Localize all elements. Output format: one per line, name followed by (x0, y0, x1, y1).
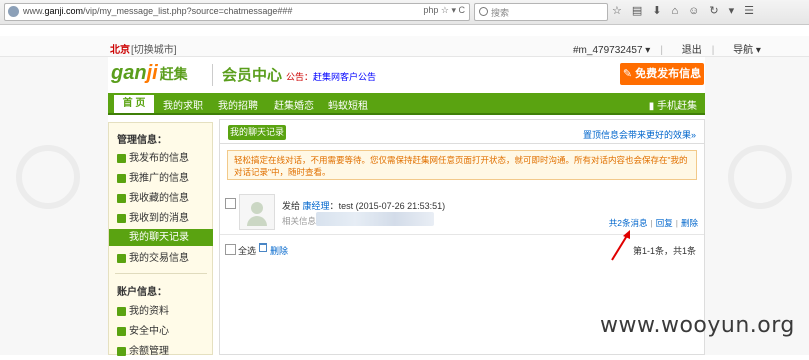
megaphone-icon (117, 173, 126, 183)
browser-toolbar: www.ganji.com/vip/my_message_list.php?so… (0, 0, 809, 25)
message-content: test (338, 201, 354, 211)
sidebar-divider (115, 273, 207, 274)
plus-icon (117, 326, 126, 336)
switch-city-link[interactable]: [切换城市] (131, 41, 177, 56)
nav-item-jobs[interactable]: 我的求职 (163, 97, 203, 112)
edit-icon (117, 153, 126, 163)
sidebar-item-chat-history[interactable]: 我的聊天记录 (109, 229, 213, 246)
edit-icon: ✎ (622, 68, 633, 80)
site-identity-icon[interactable] (8, 6, 19, 17)
trash-icon[interactable] (259, 243, 267, 252)
ganji-logo[interactable]: ganji 赶集 (111, 62, 188, 85)
site-top-strip: 北京 [切换城市] #m_479732457 ▾ | 退出 | 导航 ▾ (0, 36, 809, 57)
recipient-link[interactable]: 康经理 (303, 201, 330, 211)
addon-icon[interactable]: ▾ (729, 5, 745, 17)
header-divider (212, 64, 213, 86)
current-city: 北京 (110, 45, 130, 56)
bookmark-star-icon[interactable]: ☆ (612, 5, 632, 17)
search-icon (479, 7, 488, 16)
tab-underline (220, 143, 704, 144)
publish-free-label: 免费发布信息 (635, 68, 702, 80)
sidebar-item-balance[interactable]: 余额管理 (109, 343, 213, 360)
select-all-checkbox[interactable] (225, 244, 236, 255)
sidebar-item-security[interactable]: 安全中心 (109, 323, 213, 340)
download-icon[interactable]: ⬇ (652, 5, 671, 17)
nav-mobile[interactable]: ▮ 手机赶集 (649, 97, 697, 112)
browser-toolbar-icons[interactable]: ☆▤⬇⌂☺↻▾☰ (612, 4, 764, 17)
chat-icon[interactable]: ☺ (688, 5, 709, 17)
avatar (239, 194, 275, 230)
sidebar-item-published[interactable]: 我发布的信息 (109, 150, 213, 167)
message-checkbox[interactable] (225, 198, 236, 209)
select-all-label[interactable]: 全选 (238, 244, 256, 257)
publish-free-button[interactable]: ✎ 免费发布信息 (620, 63, 704, 85)
top-promo-link[interactable]: 置顶信息会带来更好的效果» (583, 128, 696, 141)
avatar-head-shape (251, 202, 263, 214)
search-placeholder: 搜索 (491, 8, 510, 18)
user-links-divider: | (660, 45, 663, 56)
nav-item-dating[interactable]: 赶集婚恋 (274, 97, 314, 112)
user-links: #m_479732457 ▾ | 退出 | 导航 ▾ (573, 41, 771, 56)
delete-selected-link[interactable]: 删除 (270, 244, 288, 257)
background-decoration-left (16, 145, 80, 209)
annotation-arrow-icon (611, 230, 630, 261)
sidebar-item-favorites[interactable]: 我收藏的信息 (109, 190, 213, 207)
sidebar-item-received[interactable]: 我收到的消息 (109, 210, 213, 227)
browser-search-input[interactable]: 搜索 (474, 3, 608, 21)
logout-link[interactable]: 退出 (682, 45, 702, 56)
address-bar-tools[interactable]: php ☆ ▾ C (423, 5, 465, 16)
main-nav: 首 页 我的求职 我的招聘 赶集婚恋 蚂蚁短租 ▮ 手机赶集 (108, 93, 705, 115)
address-bar[interactable]: www.ganji.com/vip/my_message_list.php?so… (4, 3, 470, 21)
reply-link[interactable]: 回复 (656, 218, 673, 228)
message-time: (2015-07-26 21:53:51) (355, 201, 446, 211)
person-icon (117, 213, 126, 223)
user-links-divider: | (711, 45, 715, 56)
watermark: www.wooyun.org (600, 313, 795, 338)
sidebar-item-profile[interactable]: 我的资料 (109, 303, 213, 320)
mobile-phone-icon: ▮ (648, 101, 655, 112)
page-title: 会员中心 (222, 67, 283, 84)
message-summary: 发给 康经理：test (2015-07-26 21:53:51) (282, 201, 446, 211)
folder-icon (117, 193, 126, 203)
tab-chat-history[interactable]: 我的聊天记录 (228, 125, 286, 140)
pager-info: 第1-1条，共1条 (632, 246, 696, 256)
nav-item-shortrent[interactable]: 蚂蚁短租 (328, 97, 368, 112)
nav-dropdown[interactable]: 导航 ▾ (733, 45, 761, 56)
bookmarks-list-icon[interactable]: ▤ (632, 5, 652, 17)
chat-notice-banner: 轻松搞定在线对话，不用需要等待。您仅需保持赶集网任意页面打开状态，就可即时沟通。… (227, 150, 697, 180)
notice-link[interactable]: 赶集网客户公告 (313, 70, 376, 83)
related-info-redacted (316, 212, 434, 226)
address-url[interactable]: www.ganji.com/vip/my_message_list.php?so… (23, 6, 292, 16)
home-icon[interactable]: ⌂ (672, 5, 689, 17)
related-info-label: 相关信息 (282, 216, 317, 226)
mail-icon (117, 253, 126, 263)
username-menu[interactable]: #m_479732457 ▾ (573, 45, 650, 56)
sidebar-item-trades[interactable]: 我的交易信息 (109, 250, 213, 267)
background-decoration-right (728, 145, 792, 209)
delete-link[interactable]: 删除 (681, 218, 698, 228)
plus-icon (117, 306, 126, 316)
site-header: ganji 赶集 会员中心 公告： 赶集网客户公告 ✎ 免费发布信息 (108, 56, 705, 92)
sidebar-manage-title: 管理信息： (117, 135, 167, 146)
sidebar-item-promoted[interactable]: 我推广的信息 (109, 170, 213, 187)
message-count-link[interactable]: 共2条消息 (609, 218, 648, 228)
menu-icon[interactable]: ☰ (744, 5, 764, 17)
sync-icon[interactable]: ↻ (709, 5, 728, 17)
sidebar-account-title: 账户信息： (117, 287, 167, 298)
sidebar: 管理信息： 我发布的信息 我推广的信息 我收藏的信息 我收到的消息 我的聊天记录… (108, 122, 213, 357)
avatar-body-shape (247, 216, 267, 226)
nav-item-recruit[interactable]: 我的招聘 (218, 97, 258, 112)
nav-home[interactable]: 首 页 (114, 95, 154, 113)
notice-label: 公告： (286, 72, 314, 82)
